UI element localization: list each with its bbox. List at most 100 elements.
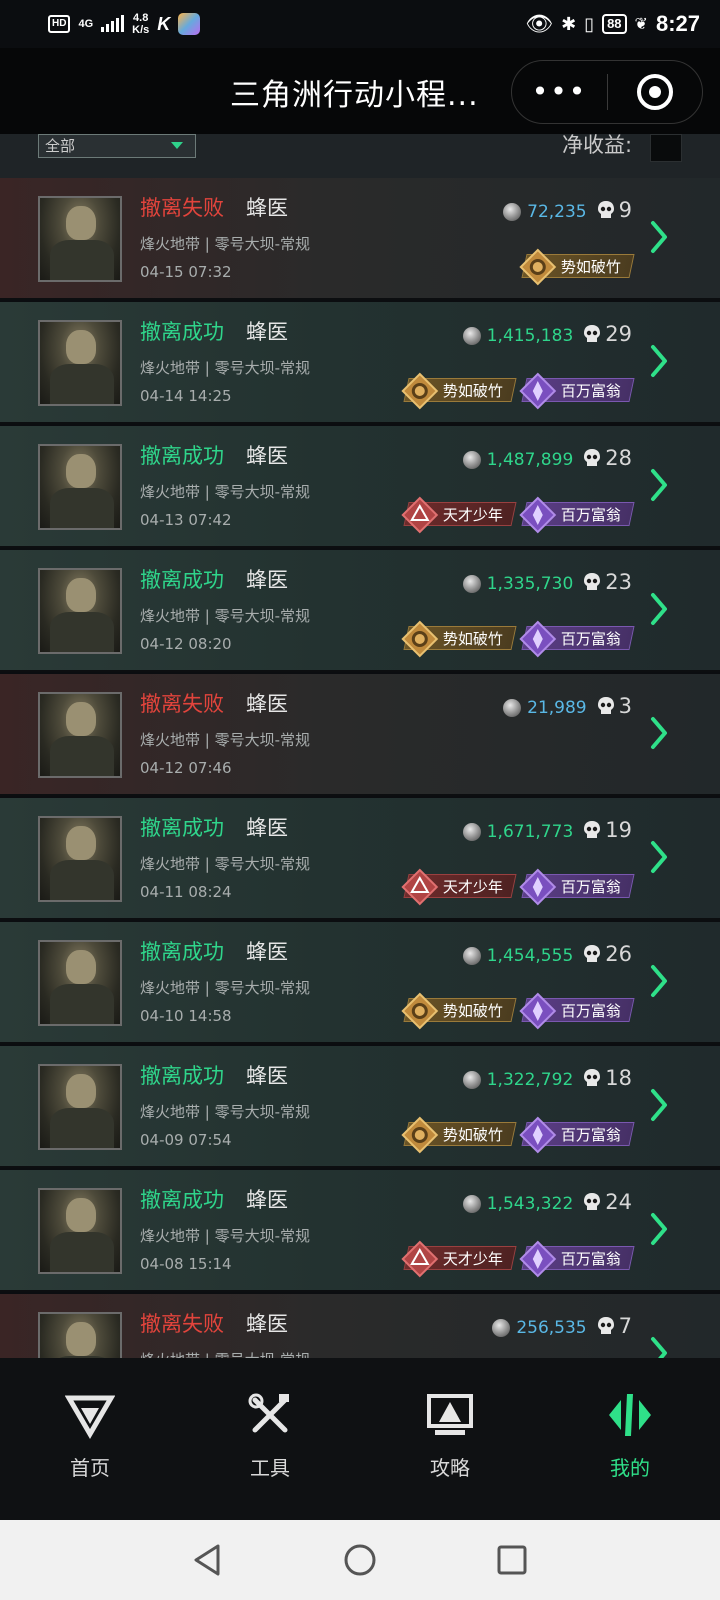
match-time: 04-14 14:25	[140, 387, 232, 405]
record-row[interactable]: 撤离失败 蜂医 烽火地带 | 零号大坝-常规 04-12 07:46 21,98…	[0, 674, 720, 796]
kill-count: 18	[583, 1066, 632, 1090]
battery-indicator: 88	[602, 14, 627, 34]
extraction-status: 撤离失败	[140, 1312, 224, 1336]
chevron-right-icon[interactable]	[650, 592, 668, 626]
record-row[interactable]: 撤离成功 蜂医 烽火地带 | 零号大坝-常规 04-11 08:24 1,671…	[0, 798, 720, 920]
network-type: 4G	[78, 17, 94, 30]
more-button[interactable]: •••	[512, 60, 607, 124]
map-info: 烽火地带 | 零号大坝-常规	[140, 1349, 310, 1358]
achievement-badge: 天才少年	[401, 496, 517, 534]
map-info: 烽火地带 | 零号大坝-常规	[140, 607, 311, 625]
home-logo-icon	[65, 1395, 115, 1439]
loot-value: 21,989	[503, 698, 587, 718]
clock: 8:27	[655, 11, 700, 36]
kill-count: 7	[597, 1314, 632, 1338]
chevron-right-icon[interactable]	[650, 716, 668, 750]
dropdown-caret-icon	[171, 142, 183, 149]
extraction-status: 撤离成功	[140, 320, 224, 344]
achievement-badge: 天才少年	[401, 1240, 517, 1278]
operator-name: 蜂医	[246, 1064, 288, 1088]
capsule-menu: •••	[511, 60, 703, 124]
nav-label: 首页	[70, 1456, 110, 1480]
kill-count: 24	[583, 1190, 632, 1214]
skull-icon	[584, 821, 601, 838]
nav-tools[interactable]: 工具	[180, 1358, 360, 1520]
extraction-status: 撤离成功	[140, 1064, 224, 1088]
record-row[interactable]: 撤离成功 蜂医 烽火地带 | 零号大坝-常规 04-12 08:20 1,335…	[0, 550, 720, 672]
badge-group: 势如破竹 百万富翁	[401, 1116, 635, 1154]
operator-avatar	[38, 816, 122, 902]
bluetooth-icon: ✱	[561, 13, 577, 34]
kill-count: 23	[583, 570, 632, 594]
net-profit-label: 净收益:	[562, 133, 633, 157]
kill-count: 9	[597, 198, 632, 222]
chevron-right-icon[interactable]	[650, 220, 668, 254]
badge-group: 势如破竹 百万富翁	[401, 992, 635, 1030]
nav-profile[interactable]: 我的	[540, 1358, 720, 1520]
status-bar: HD 4G 4.8 K/s K 👁 ✱ ▯ 88 ❦ 8:27	[0, 0, 720, 48]
loot-value: 1,415,183	[462, 326, 573, 346]
record-row[interactable]: 撤离成功 蜂医 烽火地带 | 零号大坝-常规 04-14 14:25 1,415…	[0, 302, 720, 424]
nav-label: 工具	[250, 1456, 290, 1480]
map-info: 烽火地带 | 零号大坝-常规	[140, 235, 311, 253]
skull-icon	[584, 1069, 601, 1086]
chevron-right-icon[interactable]	[650, 344, 668, 378]
skull-icon	[584, 449, 601, 466]
loot-value: 1,671,773	[462, 822, 573, 842]
skull-icon	[597, 697, 614, 714]
net-speed: 4.8 K/s	[132, 12, 150, 36]
operator-avatar	[38, 1188, 122, 1274]
match-time: 04-13 07:42	[140, 511, 232, 529]
record-row[interactable]: 撤离成功 蜂医 烽火地带 | 零号大坝-常规 04-10 14:58 1,454…	[0, 922, 720, 1044]
chevron-right-icon[interactable]	[650, 1088, 668, 1122]
operator-name: 蜂医	[246, 692, 288, 716]
skull-icon	[597, 201, 614, 218]
achievement-badge: 势如破竹	[401, 620, 517, 658]
nav-label: 攻略	[430, 1456, 470, 1480]
home-circle-icon[interactable]	[342, 1542, 378, 1578]
achievement-badge: 天才少年	[401, 868, 517, 906]
vibrate-icon: ▯	[584, 13, 595, 34]
record-row[interactable]: 撤离成功 蜂医 烽火地带 | 零号大坝-常规 04-13 07:42 1,487…	[0, 426, 720, 548]
operator-avatar	[38, 1064, 122, 1150]
kill-count: 28	[583, 446, 632, 470]
page-title: 三角洲行动小程...	[230, 78, 479, 113]
record-row[interactable]: 撤离成功 蜂医 烽火地带 | 零号大坝-常规 04-08 15:14 1,543…	[0, 1170, 720, 1292]
profile-icon	[609, 1394, 651, 1436]
mode-filter-select[interactable]: 全部	[38, 134, 196, 158]
skull-icon	[584, 1193, 601, 1210]
close-button[interactable]	[608, 74, 702, 110]
achievement-badge: 百万富翁	[519, 496, 635, 534]
chevron-right-icon[interactable]	[650, 964, 668, 998]
kill-count: 3	[597, 694, 632, 718]
chevron-right-icon[interactable]	[650, 1212, 668, 1246]
extraction-status: 撤离成功	[140, 568, 224, 592]
extraction-status: 撤离成功	[140, 444, 224, 468]
chevron-right-icon[interactable]	[650, 840, 668, 874]
achievement-badge: 百万富翁	[519, 868, 635, 906]
badge-group: 势如破竹	[519, 248, 635, 286]
coin-icon	[462, 575, 481, 593]
recents-square-icon[interactable]	[494, 1542, 530, 1578]
net-profit-checkbox[interactable]	[650, 134, 682, 162]
operator-avatar	[38, 940, 122, 1026]
nav-home[interactable]: 首页	[0, 1358, 180, 1520]
operator-avatar	[38, 196, 122, 282]
system-navigation-bar	[0, 1520, 720, 1600]
game-app-icon	[178, 13, 201, 35]
back-triangle-icon[interactable]	[190, 1542, 226, 1578]
kill-count: 29	[583, 322, 632, 346]
loot-value: 72,235	[503, 202, 587, 222]
filter-bar: 全部 净收益:	[0, 134, 720, 178]
chevron-right-icon[interactable]	[650, 1336, 668, 1358]
chevron-right-icon[interactable]	[650, 468, 668, 502]
record-row[interactable]: 撤离失败 蜂医 烽火地带 | 零号大坝-常规 04-15 07:32 72,23…	[0, 178, 720, 300]
record-row[interactable]: 撤离失败 蜂医 烽火地带 | 零号大坝-常规 256,535 7	[0, 1294, 720, 1358]
coin-icon	[503, 203, 522, 221]
hd-indicator: HD	[48, 15, 71, 33]
loot-value: 1,454,555	[462, 946, 573, 966]
map-info: 烽火地带 | 零号大坝-常规	[140, 1227, 311, 1245]
nav-guide[interactable]: 攻略	[360, 1358, 540, 1520]
achievement-badge: 势如破竹	[401, 372, 517, 410]
record-row[interactable]: 撤离成功 蜂医 烽火地带 | 零号大坝-常规 04-09 07:54 1,322…	[0, 1046, 720, 1168]
